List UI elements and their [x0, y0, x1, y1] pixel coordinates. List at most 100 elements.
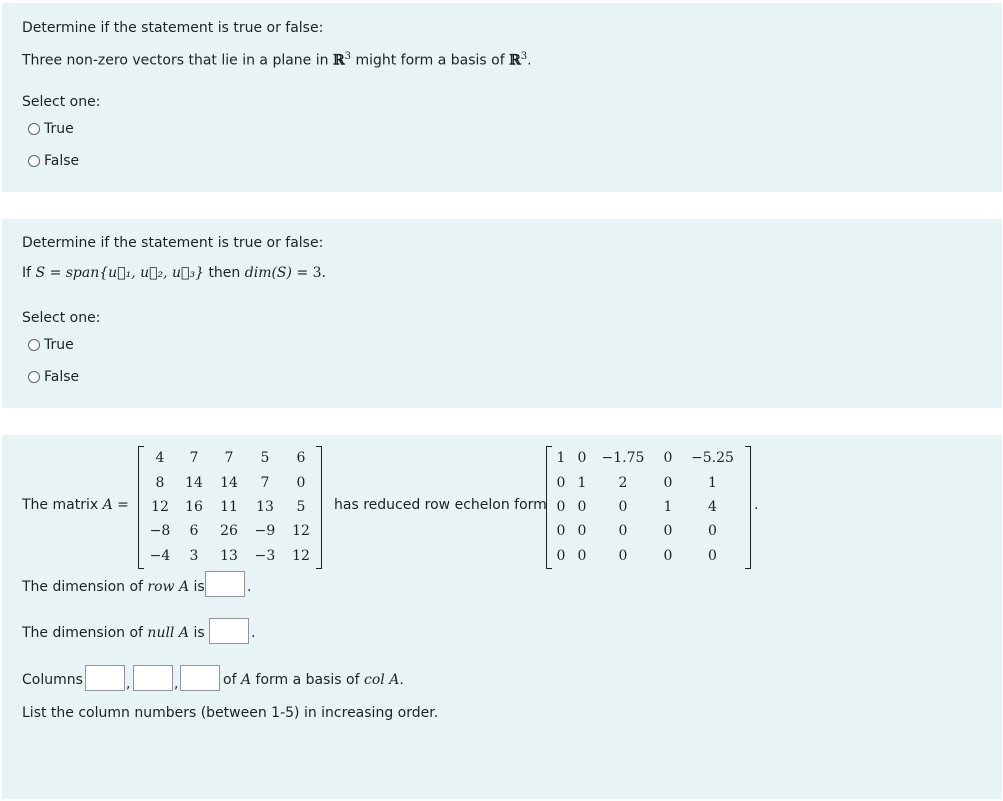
matrix-r-cell: 2: [618, 474, 628, 491]
matrix-r-cell: 4: [708, 498, 717, 515]
q1-statement-pre: Three non-zero vectors that lie in a pla…: [22, 52, 329, 69]
basis-end: .: [399, 672, 404, 688]
q1-option-false[interactable]: False: [28, 152, 79, 170]
matrix-r-cell: 0: [577, 450, 587, 467]
null-dim-text: The dimension of: [22, 625, 143, 641]
q1-set-r: ℝ: [332, 52, 345, 69]
matrix-a-cell: −3: [254, 547, 276, 564]
q2-s: S: [35, 265, 46, 281]
comma-1: ,: [126, 676, 131, 692]
instructions: List the column numbers (between 1-5) in…: [22, 705, 439, 721]
matrix-r-cell: 1: [663, 498, 673, 515]
matrix-r-cell: 0: [663, 523, 673, 540]
matrix-r-row: 00000: [550, 519, 743, 543]
matrix-a-cell: 3: [189, 547, 199, 564]
matrix-a-cell: 6: [296, 450, 306, 467]
q1-option-false-label: False: [44, 153, 80, 169]
matrix-a-cell: −9: [254, 523, 276, 540]
matrix-a-cell: 6: [189, 523, 199, 540]
matrix-r-cell: 0: [556, 523, 566, 540]
matrix-r-right-bracket: [745, 446, 751, 569]
matrix-a: 4 7 7 5 6 8 14 14 7 0 12 16 11 13 5 −8 6 26 −9 12 −4 3 13 −3 12: [138, 446, 322, 569]
matrix-a-cell: 12: [292, 547, 310, 564]
q2-radio-false[interactable]: [28, 371, 40, 383]
column-input-2[interactable]: [133, 665, 173, 691]
null-dim-input[interactable]: [209, 618, 249, 644]
matrix-a-cell: 7: [260, 474, 270, 491]
q2-option-false-label: False: [44, 369, 80, 385]
q3-eq: =: [117, 497, 129, 513]
matrix-period: .: [754, 497, 759, 513]
matrix-a-cell: 4: [155, 450, 165, 467]
matrix-r-cell: 0: [708, 523, 717, 540]
q2-select-label: Select one:: [22, 310, 101, 326]
matrix-a-row: 8 14 14 7 0: [144, 470, 318, 494]
matrix-a-cell: 7: [224, 450, 234, 467]
matrix-a-cell: 7: [189, 450, 199, 467]
matrix-a-cell: 13: [220, 547, 238, 564]
column-input-1[interactable]: [85, 665, 125, 691]
matrix-a-cell: 11: [220, 498, 238, 515]
q1-statement: Three non-zero vectors that lie in a pla…: [22, 48, 532, 70]
q2-radio-true[interactable]: [28, 339, 40, 351]
matrix-r-cell: 1: [556, 450, 566, 467]
basis-mid: form a basis of: [255, 672, 360, 688]
matrix-r-row: 00014: [550, 495, 743, 519]
matrix-r-cell: −5.25: [691, 450, 734, 467]
q1-radio-true[interactable]: [28, 123, 40, 135]
matrix-r-cell: 0: [618, 498, 628, 515]
q1-set-r-2: ℝ: [509, 52, 521, 69]
question-2-card: Determine if the statement is true or fa…: [2, 219, 1002, 408]
q2-then: then: [208, 265, 241, 281]
q2-prompt: Determine if the statement is true or fa…: [22, 235, 324, 251]
q1-end: .: [527, 52, 532, 69]
null-dim-period: .: [251, 625, 256, 641]
q2-eq: =: [49, 265, 62, 281]
matrix-r-cell: 0: [556, 498, 566, 515]
q2-option-true-label: True: [44, 337, 74, 353]
q3-matrix-label: The matrix A =: [22, 496, 129, 514]
null-dim-label: The dimension of null A is: [22, 624, 205, 642]
q2-if: If: [22, 265, 32, 281]
matrix-r-row: 01201: [550, 470, 743, 494]
comma-2: ,: [174, 676, 179, 692]
matrix-a-cell: 0: [296, 474, 306, 491]
matrix-a-cell: −8: [149, 523, 171, 540]
basis-a: A: [240, 672, 252, 688]
row-dim-input[interactable]: [205, 571, 245, 597]
q2-option-false[interactable]: False: [28, 368, 79, 386]
matrix-r-cell: 0: [577, 498, 587, 515]
matrix-r-row: 00000: [550, 544, 743, 568]
q2-option-true[interactable]: True: [28, 336, 74, 354]
matrix-a-cell: 14: [220, 474, 238, 491]
basis-text: of A form a basis of col A.: [223, 671, 404, 689]
null-term: null A: [147, 625, 189, 641]
matrix-a-row: 12 16 11 13 5: [144, 495, 318, 519]
row-dim-text: The dimension of: [22, 579, 143, 595]
q3-a: A: [102, 497, 113, 513]
q1-radio-false[interactable]: [28, 155, 40, 167]
matrix-r-cell: 0: [556, 547, 566, 564]
q2-eq2: =: [296, 265, 309, 281]
matrix-r-cell: 0: [663, 547, 673, 564]
q2-vectors: {u⃗₁, u⃗₂, u⃗₃}: [99, 265, 204, 281]
q2-statement: If S = span{u⃗₁, u⃗₂, u⃗₃} then dim(S) =…: [22, 264, 326, 282]
matrix-r-cell: 0: [577, 523, 587, 540]
q1-select-label: Select one:: [22, 94, 101, 110]
matrix-r-cell: 0: [663, 474, 673, 491]
matrix-r-cell: 0: [556, 474, 566, 491]
matrix-a-cell: 12: [292, 523, 310, 540]
columns-label: Columns: [22, 672, 83, 688]
matrix-r-cell: 0: [577, 547, 587, 564]
q1-prompt: Determine if the statement is true or fa…: [22, 20, 324, 36]
question-3-card: The matrix A = 4 7 7 5 6 8 14 14 7 0 12 16 11 13 5 −8 6 2…: [2, 435, 1002, 799]
q1-option-true[interactable]: True: [28, 120, 74, 138]
matrix-r-cell: 0: [618, 547, 628, 564]
row-dim-label: The dimension of row A is: [22, 578, 205, 596]
column-input-3[interactable]: [180, 665, 220, 691]
matrix-a-cell: 12: [151, 498, 169, 515]
basis-term: col A: [364, 672, 400, 688]
row-dim-period: .: [247, 579, 252, 595]
q2-span: span: [65, 265, 100, 281]
rref-label: has reduced row echelon form: [334, 497, 547, 513]
